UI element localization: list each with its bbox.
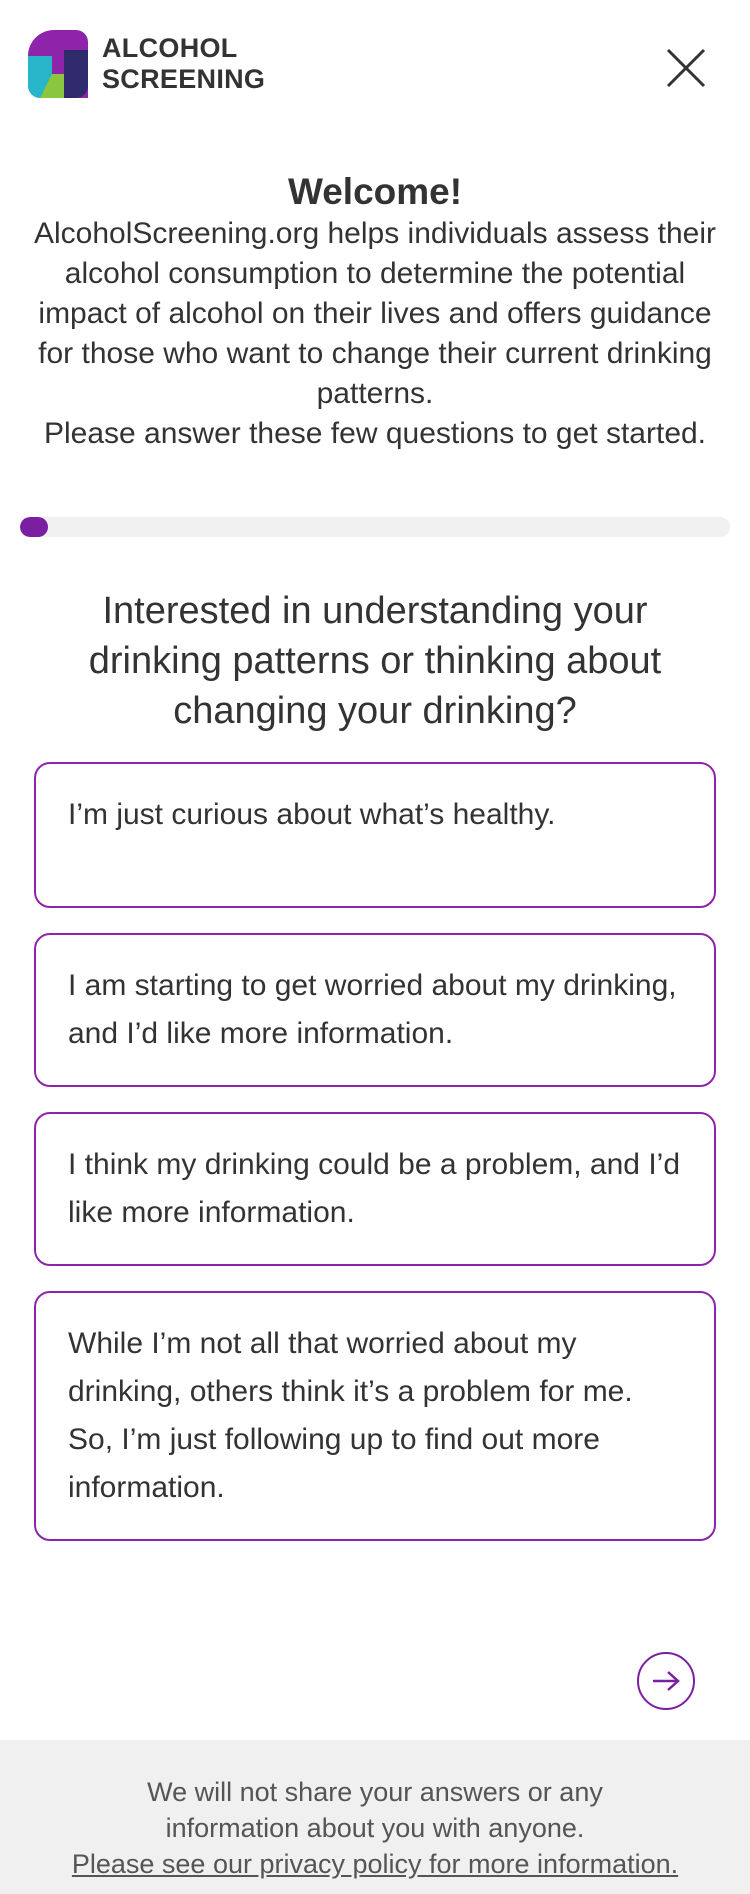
welcome-title: Welcome! bbox=[287, 171, 463, 212]
privacy-note-line-1: We will not share your answers or any bbox=[147, 1777, 603, 1807]
arrow-right-icon bbox=[653, 1671, 680, 1691]
footer-text: We will not share your answers or any in… bbox=[0, 1740, 750, 1882]
close-button[interactable] bbox=[664, 46, 708, 90]
footer: We will not share your answers or any in… bbox=[0, 1740, 750, 1894]
progress-fill bbox=[20, 517, 49, 537]
answer-option[interactable]: I am starting to get worried about my dr… bbox=[34, 933, 716, 1087]
answer-option[interactable]: While I’m not all that worried about my … bbox=[34, 1291, 716, 1541]
logo-line-2: SCREENING bbox=[102, 64, 266, 94]
logo-line-1: ALCOHOL bbox=[102, 33, 238, 63]
question-text: Interested in understanding your drinkin… bbox=[88, 590, 662, 732]
close-icon bbox=[666, 48, 706, 88]
privacy-policy-link[interactable]: Please see our privacy policy for more i… bbox=[72, 1849, 678, 1879]
progress-bar bbox=[20, 517, 730, 537]
welcome-section: Welcome! AlcoholScreening.org helps indi… bbox=[20, 170, 730, 454]
logo-text: ALCOHOL SCREENING bbox=[102, 33, 265, 95]
answer-options: I’m just curious about what’s healthy. I… bbox=[34, 762, 716, 1566]
answer-option[interactable]: I think my drinking could be a problem, … bbox=[34, 1112, 716, 1266]
welcome-prompt: Please answer these few questions to get… bbox=[43, 417, 707, 450]
logo[interactable]: ALCOHOL SCREENING bbox=[28, 30, 265, 98]
logo-mark-icon bbox=[28, 30, 88, 98]
privacy-note-line-2: information about you with anyone. bbox=[165, 1813, 585, 1843]
header: ALCOHOL SCREENING bbox=[0, 0, 750, 140]
next-button[interactable] bbox=[637, 1652, 695, 1710]
welcome-body: AlcoholScreening.org helps individuals a… bbox=[33, 217, 717, 410]
answer-option[interactable]: I’m just curious about what’s healthy. bbox=[34, 762, 716, 908]
